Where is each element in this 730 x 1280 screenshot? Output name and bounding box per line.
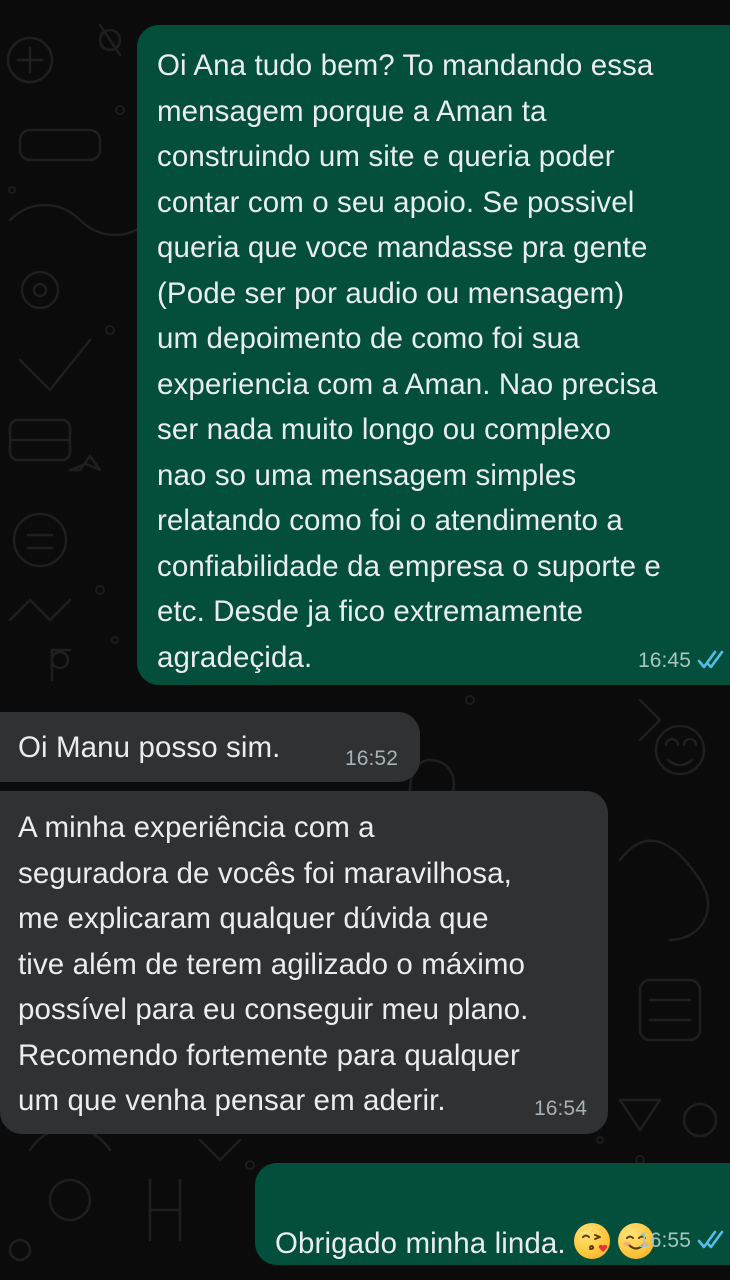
message-time: 16:54 <box>533 1097 587 1120</box>
message-text: Oi Ana tudo bem? To mandando essa mensag… <box>157 49 661 674</box>
message-text-content: Obrigado minha linda. <box>275 1226 566 1260</box>
outgoing-message[interactable]: Oi Ana tudo bem? To mandando essa mensag… <box>137 25 730 685</box>
message-meta: 16:52 <box>345 747 398 771</box>
outgoing-message[interactable]: Obrigado minha linda. 16:55 <box>255 1163 730 1265</box>
message-text: A minha experiência com a seguradora de … <box>18 811 529 1117</box>
message-time: 16:55 <box>637 1229 691 1252</box>
incoming-message[interactable]: Oi Manu posso sim. 16:52 <box>0 712 420 782</box>
double-check-icon <box>697 650 724 669</box>
chat-area[interactable]: Oi Ana tudo bem? To mandando essa mensag… <box>0 0 730 1280</box>
message-meta: 16:45 <box>638 649 727 673</box>
message-time: 16:45 <box>637 649 691 672</box>
message-meta: 16:55 <box>638 1229 727 1253</box>
incoming-message[interactable]: A minha experiência com a seguradora de … <box>0 791 608 1134</box>
double-check-icon <box>697 1230 724 1249</box>
message-time: 16:52 <box>344 747 398 770</box>
face-blowing-a-kiss-emoji <box>573 1222 610 1259</box>
message-meta: 16:54 <box>534 1097 587 1121</box>
